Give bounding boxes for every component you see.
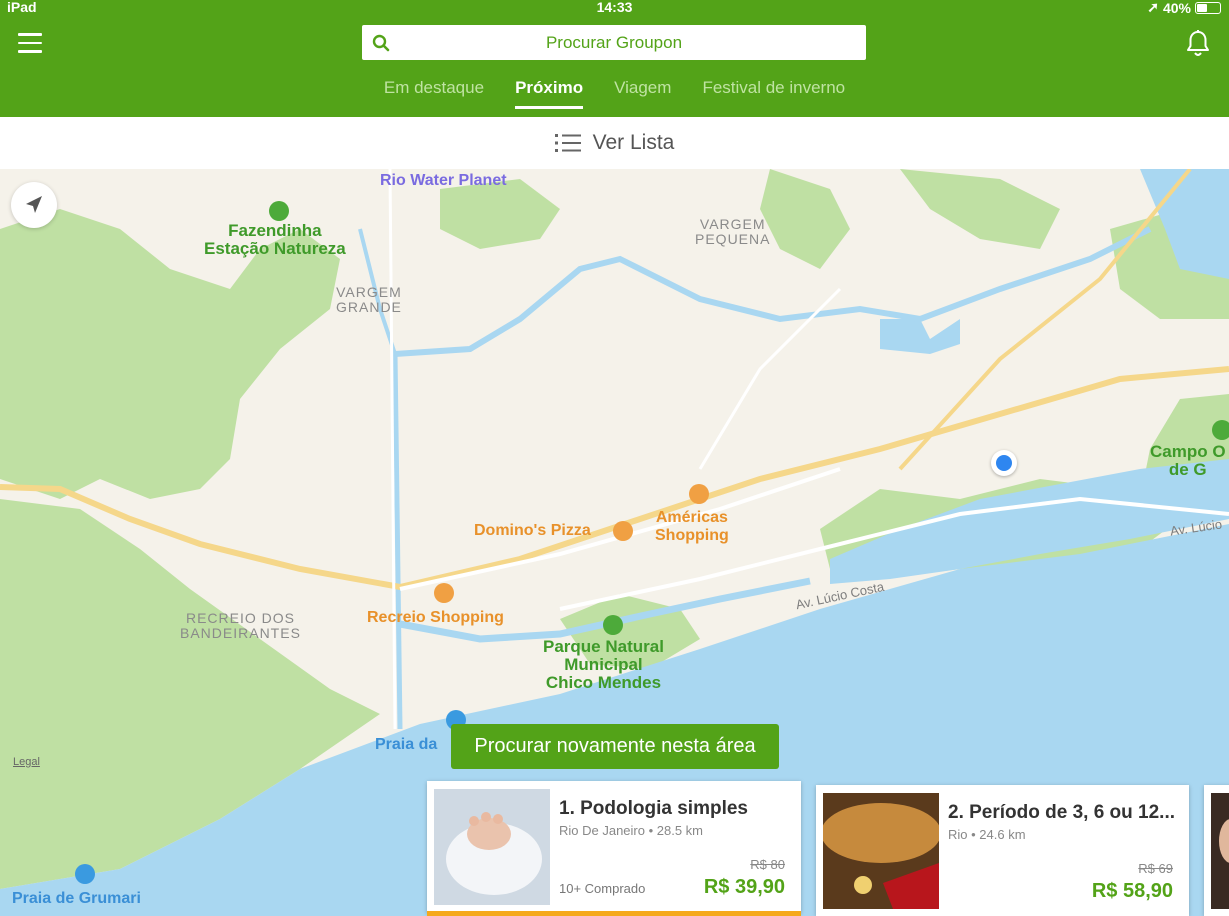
map-label-campo: Campo O de G <box>1150 442 1226 479</box>
restaurant-icon <box>613 521 633 541</box>
locate-me-button[interactable] <box>11 182 57 228</box>
deal-old-price: R$ 80 <box>750 857 785 872</box>
status-right: ➚ 40% <box>1147 0 1221 16</box>
user-location-dot <box>991 450 1017 476</box>
view-list-button[interactable]: Ver Lista <box>0 117 1229 170</box>
deal-title: 1. Podologia simples <box>559 798 748 819</box>
location-arrow-icon: ➚ <box>1147 0 1159 15</box>
battery-percent: 40% <box>1162 0 1191 16</box>
search-this-area-button[interactable]: Procurar novamente nesta área <box>451 724 779 769</box>
map-label-vargem-pequena: VARGEM PEQUENA <box>695 216 771 247</box>
park-icon <box>269 201 289 221</box>
tab-viagem[interactable]: Viagem <box>614 78 671 107</box>
legal-link[interactable]: Legal <box>13 756 40 768</box>
tab-proximo[interactable]: Próximo <box>515 78 584 109</box>
map-label-recreio-dos-bandeirantes: RECREIO DOS BANDEIRANTES <box>180 610 301 641</box>
notification-bell-icon[interactable] <box>1185 29 1211 59</box>
category-tabs: Em destaque Próximo Viagem Festival de i… <box>0 78 1229 109</box>
map-view[interactable]: Rio Water Planet Fazendinha Estação Natu… <box>0 169 1229 916</box>
park-icon <box>603 615 623 635</box>
deal-title: 2. Período de 3, 6 ou 12... <box>948 802 1176 823</box>
view-list-label: Ver Lista <box>592 131 675 154</box>
tab-festival-de-inverno[interactable]: Festival de inverno <box>702 78 845 107</box>
map-label-americas-shopping: Américas Shopping <box>655 509 729 544</box>
map-label-recreio-shopping: Recreio Shopping <box>367 609 504 626</box>
list-icon <box>554 134 581 152</box>
deal-image-podology <box>434 789 550 905</box>
deal-old-price: R$ 69 <box>1138 861 1173 876</box>
shopping-icon <box>689 484 709 504</box>
deal-image-spa <box>823 793 939 909</box>
hamburger-menu-icon[interactable] <box>18 33 42 53</box>
map-label-vargem-grande: VARGEM GRANDE <box>336 284 402 315</box>
deal-price: R$ 58,90 <box>1091 880 1173 902</box>
search-input[interactable]: Procurar Groupon <box>362 25 866 60</box>
clock: 14:33 <box>596 0 633 15</box>
deal-card[interactable]: 1. Podologia simples Rio De Janeiro • 28… <box>427 781 801 916</box>
beach-icon <box>75 864 95 884</box>
deal-card[interactable]: 2. Período de 3, 6 ou 12... Rio • 24.6 k… <box>816 785 1189 916</box>
map-label-rio-water-planet: Rio Water Planet <box>380 172 507 189</box>
shopping-icon <box>434 583 454 603</box>
map-label-parque-chico-mendes: Parque Natural Municipal Chico Mendes <box>543 637 664 692</box>
tab-em-destaque[interactable]: Em destaque <box>384 78 484 107</box>
deal-bought-count: 10+ Comprado <box>559 881 646 896</box>
deal-location: Rio • 24.6 km <box>948 827 1026 842</box>
app-header: iPad 14:33 ➚ 40% Procurar Groupon Em des… <box>0 0 1229 117</box>
map-label-praia-de-grumari: Praia de Grumari <box>12 890 141 907</box>
navigation-arrow-icon <box>26 196 42 213</box>
status-bar: iPad 14:33 ➚ 40% <box>0 0 1229 16</box>
search-placeholder: Procurar Groupon <box>545 32 683 52</box>
selected-indicator <box>427 911 801 916</box>
deal-image-portrait <box>1211 793 1229 909</box>
deal-card-partial[interactable] <box>1204 785 1229 916</box>
map-label-praia-da: Praia da <box>375 736 438 753</box>
map-label-fazendinha: Fazendinha Estação Natureza <box>204 221 346 258</box>
park-icon <box>1212 420 1229 440</box>
deal-location: Rio De Janeiro • 28.5 km <box>559 823 704 838</box>
battery-icon <box>1195 1 1221 14</box>
search-icon <box>372 34 390 52</box>
map-label-dominos: Domino's Pizza <box>474 522 591 539</box>
deal-price: R$ 39,90 <box>703 876 785 898</box>
